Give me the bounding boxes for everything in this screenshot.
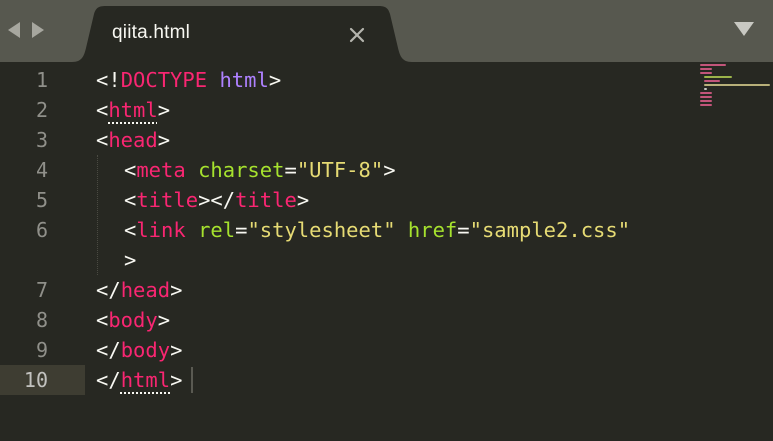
token: html [120,368,171,392]
token: body [120,338,171,362]
token: html [219,68,269,92]
line-number: 9 [35,338,48,362]
line-number-current: 10 [23,368,48,392]
token: < [96,128,109,152]
tab-navigation [4,20,48,40]
token: </ [96,338,121,362]
minimap-line [700,72,712,74]
code-line-6: <link rel="stylesheet" href="sample2.css… [124,215,630,245]
minimap-line [700,68,712,70]
minimap-line [700,96,712,98]
token: > [157,308,171,332]
editor-window: qiita.html 1 2 3 4 5 6 7 8 9 10 <!DOCTYP… [0,0,773,441]
code-line-4: <meta charset="UTF-8"> [124,155,396,185]
token: > [170,278,183,302]
line-number: 6 [35,218,48,242]
token: > [157,128,171,152]
minimap-line [704,80,720,82]
token: > [157,98,171,122]
code-line-2: <html> [96,95,170,125]
line-number: 8 [35,308,48,332]
token: head [120,278,171,302]
code-line-3: <head> [96,125,170,155]
token: title [136,188,199,212]
minimap-line [700,92,712,94]
line-number: 1 [35,68,48,92]
token: > [296,188,310,212]
token: < [96,98,109,122]
code-line-8: <body> [96,305,170,335]
tab-qiita-html[interactable]: qiita.html [72,6,412,62]
token: body [108,308,158,332]
token: ></ [198,188,236,212]
token: < [124,158,137,182]
minimap-line [700,104,712,106]
token: </ [96,368,121,392]
code-line-10: </html> [96,365,182,395]
minimap[interactable] [698,62,773,112]
token: > [268,68,282,92]
code-editor[interactable]: 1 2 3 4 5 6 7 8 9 10 <!DOCTYPE html> <ht… [0,62,773,441]
chevron-right-icon[interactable] [28,20,48,40]
token: "UTF-8" [296,158,384,182]
token: = [235,218,248,242]
minimap-line [704,76,732,78]
code-line-6-wrap: > [124,245,136,275]
minimap-line [700,64,726,66]
tab-bar: qiita.html [0,0,773,62]
close-icon[interactable] [346,24,368,46]
token: < [124,188,137,212]
token: <! [96,68,121,92]
code-line-5: <title></title> [124,185,309,215]
line-number: 7 [35,278,48,302]
token: = [457,218,470,242]
token: rel [198,218,236,242]
chevron-left-icon[interactable] [4,20,24,40]
token: charset [198,158,285,182]
token: link [136,218,186,242]
line-number: 3 [35,128,48,152]
line-number: 4 [35,158,48,182]
token: > [124,248,137,272]
line-number-gutter: 1 2 3 4 5 6 7 8 9 10 [0,62,85,441]
token: < [96,308,109,332]
line-number: 5 [35,188,48,212]
minimap-line [704,84,770,86]
token: html [108,98,158,122]
token: = [284,158,297,182]
token: meta [136,158,186,182]
indent-guide [97,155,98,275]
token: title [235,188,297,212]
token: > [170,368,183,392]
line-number: 2 [35,98,48,122]
code-line-7: </head> [96,275,182,305]
token: > [170,338,183,362]
token: < [124,218,137,242]
minimap-line [700,100,712,102]
token: "sample2.css" [469,218,631,242]
token: head [108,128,158,152]
token: "stylesheet" [247,218,396,242]
code-line-9: </body> [96,335,182,365]
token: DOCTYPE [120,68,208,92]
text-cursor [191,367,193,393]
token: > [383,158,396,182]
minimap-line [704,88,707,90]
triangle-down-icon[interactable] [733,20,755,38]
token: </ [96,278,121,302]
code-line-1: <!DOCTYPE html> [96,65,281,95]
tab-title: qiita.html [112,22,191,43]
token: href [407,218,458,242]
